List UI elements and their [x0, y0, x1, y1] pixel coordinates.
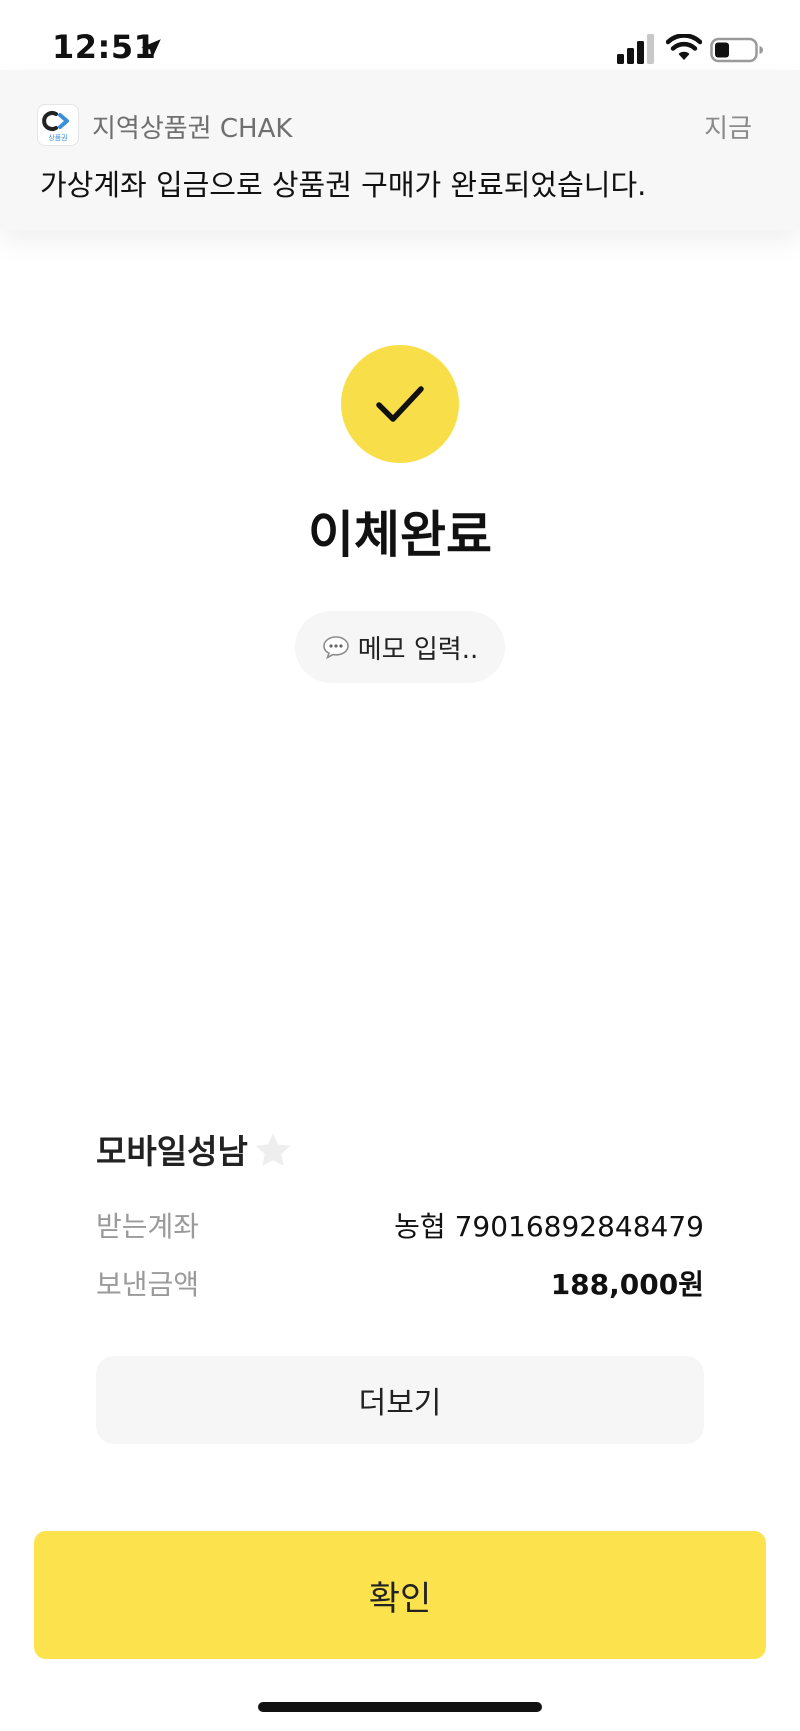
speech-bubble-icon	[322, 636, 349, 659]
push-notification[interactable]: 상품권 지역상품권 CHAK 지금 가상계좌 입금으로 상품권 구매가 완료되었…	[0, 70, 800, 230]
account-label: 받는계좌	[96, 1210, 200, 1243]
account-row: 받는계좌 농협 79016892848479	[96, 1205, 704, 1245]
recipient-name: 모바일성남	[96, 1132, 248, 1171]
notification-app-name: 지역상품권 CHAK	[92, 114, 293, 144]
location-arrow-icon	[141, 39, 161, 59]
notification-message: 가상계좌 입금으로 상품권 구매가 완료되었습니다.	[40, 168, 647, 202]
chak-logo-icon: 상품권	[42, 111, 69, 142]
chak-app-icon: 상품권	[37, 104, 79, 146]
memo-label: 메모 입력..	[357, 634, 479, 665]
battery-icon	[710, 37, 763, 63]
account-value: 농협 79016892848479	[394, 1210, 704, 1243]
star-icon[interactable]	[252, 1130, 294, 1172]
home-indicator[interactable]	[258, 1702, 542, 1712]
confirm-button[interactable]: 확인	[34, 1531, 766, 1659]
notification-time: 지금	[704, 114, 752, 144]
wifi-icon	[666, 34, 702, 60]
checkmark-icon	[376, 386, 424, 422]
memo-input-button[interactable]: 메모 입력..	[295, 611, 505, 683]
more-button[interactable]: 더보기	[96, 1356, 704, 1444]
page-title: 이체완료	[308, 506, 492, 564]
amount-value: 188,000원	[550, 1268, 704, 1301]
amount-row: 보낸금액 188,000원	[96, 1263, 704, 1303]
app-icon-caption: 상품권	[48, 133, 67, 142]
amount-label: 보낸금액	[96, 1268, 200, 1301]
cellular-signal-icon	[617, 34, 654, 64]
success-badge	[341, 345, 459, 463]
